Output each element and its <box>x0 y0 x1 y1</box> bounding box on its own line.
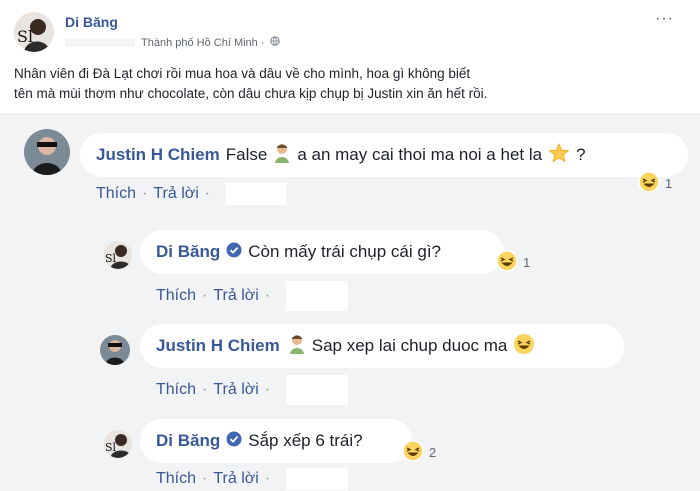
comment-bubble: Justin H Chiem False a an may cai thoi m… <box>80 133 688 177</box>
comment-actions: Thích · Trả lời · <box>96 183 287 205</box>
comment-text: Sap xep lai chup duoc ma <box>311 336 508 355</box>
reaction-count: 2 <box>429 445 437 460</box>
redacted-timestamp <box>226 183 287 205</box>
verified-badge-icon <box>226 431 242 452</box>
comment-bubble: Di Băng Còn mấy trái chụp cái gì? <box>140 230 504 274</box>
like-link[interactable]: Thích <box>156 287 196 305</box>
reply-avatar[interactable]: Sl <box>104 241 132 269</box>
man-emoji-icon <box>273 143 291 168</box>
haha-reaction-icon <box>496 250 518 275</box>
reply-avatar[interactable] <box>100 335 130 365</box>
comment-author[interactable]: Justin H Chiem <box>156 336 280 356</box>
post-author-name[interactable]: Di Băng <box>65 14 118 30</box>
more-options-icon[interactable]: ··· <box>655 10 674 28</box>
post-header: Sl Di Băng Thành phố Hồ Chí Minh · ··· <box>0 0 700 60</box>
like-link[interactable]: Thích <box>156 381 196 399</box>
author-avatar[interactable]: Sl <box>14 12 54 52</box>
laughing-emoji-icon <box>513 333 535 360</box>
post-text-line: Nhân viên đi Đà Lạt chơi rồi mua hoa và … <box>14 66 471 81</box>
action-separator: · <box>202 470 208 487</box>
post-meta: Thành phố Hồ Chí Minh · <box>65 36 280 49</box>
comment-text: a an may cai thoi ma noi a het la <box>297 145 543 164</box>
comment-text: Sắp xếp 6 trái? <box>248 431 363 450</box>
comment-text: False <box>225 145 268 164</box>
comment-author[interactable]: Di Băng <box>156 431 220 451</box>
reply-link[interactable]: Trả lời <box>153 185 198 203</box>
svg-text:Sl: Sl <box>17 27 33 46</box>
reaction-count: 1 <box>523 255 531 270</box>
redacted-timestamp <box>286 281 349 311</box>
comment-text: Còn mấy trái chụp cái gì? <box>248 242 441 261</box>
action-separator: · <box>202 287 208 304</box>
action-separator: · <box>202 381 208 398</box>
svg-text:Sl: Sl <box>105 441 117 454</box>
action-separator: · <box>264 381 271 398</box>
post-location[interactable]: Thành phố Hồ Chí Minh · <box>141 37 265 49</box>
comment-reaction[interactable]: 2 <box>402 440 436 465</box>
haha-reaction-icon <box>402 440 424 465</box>
comment-author[interactable]: Justin H Chiem <box>96 145 220 165</box>
commenter-avatar[interactable] <box>24 129 70 175</box>
star-emoji-icon <box>548 142 570 168</box>
haha-reaction-icon <box>638 171 660 196</box>
reply-avatar[interactable]: Sl <box>104 430 132 458</box>
post-text-line: tên mà mùi thơm như chocolate, còn dâu c… <box>14 86 488 101</box>
comment-bubble: Justin H Chiem Sap xep lai chup duoc ma <box>140 324 624 368</box>
action-separator: · <box>264 287 271 304</box>
comment-author[interactable]: Di Băng <box>156 242 220 262</box>
redacted-timestamp <box>65 38 135 47</box>
comment-reaction[interactable]: 1 <box>638 171 672 196</box>
action-separator: · <box>264 470 271 487</box>
verified-badge-icon <box>226 242 242 263</box>
like-link[interactable]: Thích <box>96 185 136 203</box>
redacted-timestamp <box>286 468 349 490</box>
redacted-timestamp <box>286 375 349 405</box>
comment-actions: Thích · Trả lời · <box>156 281 349 311</box>
reaction-count: 1 <box>665 176 673 191</box>
comment-actions: Thích · Trả lời · <box>156 375 349 405</box>
comments-section: Justin H Chiem False a an may cai thoi m… <box>0 113 700 491</box>
globe-icon <box>269 36 280 49</box>
like-link[interactable]: Thích <box>156 470 196 488</box>
comment-text: ? <box>576 145 586 164</box>
action-separator: · <box>204 185 211 202</box>
reply-link[interactable]: Trả lời <box>213 287 258 305</box>
post-text: Nhân viên đi Đà Lạt chơi rồi mua hoa và … <box>14 64 594 104</box>
reply-link[interactable]: Trả lời <box>213 470 258 488</box>
reply-link[interactable]: Trả lời <box>213 381 258 399</box>
svg-text:Sl: Sl <box>105 252 117 265</box>
comment-actions: Thích · Trả lời · <box>156 468 349 490</box>
comment-reaction[interactable]: 1 <box>496 250 530 275</box>
action-separator: · <box>142 185 148 202</box>
man-emoji-icon <box>288 334 306 359</box>
comment-bubble: Di Băng Sắp xếp 6 trái? <box>140 419 412 463</box>
